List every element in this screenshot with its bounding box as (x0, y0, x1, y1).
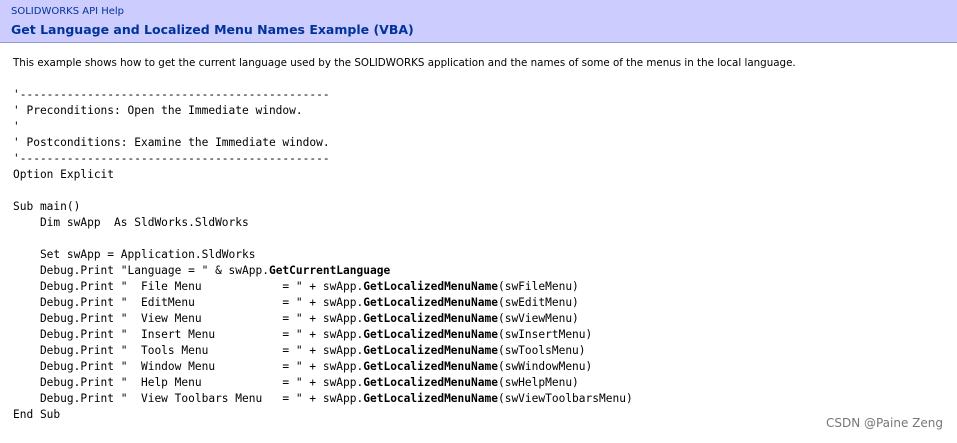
code-method-name: GetLocalizedMenuName (363, 344, 498, 357)
code-line: Debug.Print " View Toolbars Menu = " + s… (13, 391, 633, 407)
code-line: Option Explicit (13, 167, 633, 183)
code-text: '---------------------------------------… (13, 152, 330, 165)
code-text: Debug.Print "Language = " & swApp. (13, 264, 269, 277)
code-text: Option Explicit (13, 168, 115, 181)
code-line: End Sub (13, 407, 633, 423)
code-line: ' Postconditions: Examine the Immediate … (13, 135, 633, 151)
code-line: Debug.Print " Tools Menu = " + swApp.Get… (13, 343, 633, 359)
code-text: Sub main() (13, 200, 81, 213)
code-text: Debug.Print " View Toolbars Menu = " + s… (13, 392, 364, 405)
code-text: (swWindowMenu) (497, 360, 593, 373)
code-method-name: GetLocalizedMenuName (363, 312, 498, 325)
page-title: Get Language and Localized Menu Names Ex… (11, 22, 414, 37)
code-text: (swFileMenu) (497, 280, 579, 293)
code-text: Debug.Print " Help Menu = " + swApp. (13, 376, 364, 389)
code-line: Debug.Print "Language = " & swApp.GetCur… (13, 263, 633, 279)
code-block: '---------------------------------------… (13, 87, 633, 423)
code-line: Debug.Print " EditMenu = " + swApp.GetLo… (13, 295, 633, 311)
help-page: SOLIDWORKS API Help Get Language and Loc… (0, 0, 957, 443)
code-method-name: GetLocalizedMenuName (363, 280, 498, 293)
code-line: Debug.Print " File Menu = " + swApp.GetL… (13, 279, 633, 295)
code-text: Set swApp = Application.SldWorks (13, 248, 256, 261)
code-method-name: GetLocalizedMenuName (363, 392, 498, 405)
code-line: Debug.Print " View Menu = " + swApp.GetL… (13, 311, 633, 327)
code-line: Debug.Print " Insert Menu = " + swApp.Ge… (13, 327, 633, 343)
code-text: End Sub (13, 408, 61, 421)
code-text: '---------------------------------------… (13, 88, 330, 101)
code-line: ' Preconditions: Open the Immediate wind… (13, 103, 633, 119)
code-text: (swViewMenu) (497, 312, 579, 325)
code-text: Debug.Print " EditMenu = " + swApp. (13, 296, 364, 309)
code-method-name: GetLocalizedMenuName (363, 360, 498, 373)
page-header: SOLIDWORKS API Help Get Language and Loc… (0, 0, 957, 43)
code-line: Set swApp = Application.SldWorks (13, 247, 633, 263)
code-text: (swToolsMenu) (497, 344, 586, 357)
code-line: '---------------------------------------… (13, 151, 633, 167)
code-line: Sub main() (13, 199, 633, 215)
code-method-name: GetLocalizedMenuName (363, 376, 498, 389)
code-text: ' Preconditions: Open the Immediate wind… (13, 104, 303, 117)
code-method-name: GetCurrentLanguage (268, 264, 391, 277)
code-text: Debug.Print " Insert Menu = " + swApp. (13, 328, 364, 341)
code-text: ' Postconditions: Examine the Immediate … (13, 136, 330, 149)
code-line: Debug.Print " Window Menu = " + swApp.Ge… (13, 359, 633, 375)
code-text: (swViewToolbarsMenu) (497, 392, 633, 405)
code-line: Debug.Print " Help Menu = " + swApp.GetL… (13, 375, 633, 391)
code-text: Debug.Print " Window Menu = " + swApp. (13, 360, 364, 373)
code-line: ' (13, 119, 633, 135)
code-text: Debug.Print " View Menu = " + swApp. (13, 312, 364, 325)
code-text: ' (13, 120, 20, 133)
code-method-name: GetLocalizedMenuName (363, 296, 498, 309)
code-text: (swHelpMenu) (497, 376, 579, 389)
code-text: Debug.Print " Tools Menu = " + swApp. (13, 344, 364, 357)
code-method-name: GetLocalizedMenuName (363, 328, 498, 341)
example-description: This example shows how to get the curren… (13, 57, 796, 69)
code-line: '---------------------------------------… (13, 87, 633, 103)
watermark-text: CSDN @Paine Zeng (825, 416, 943, 430)
code-text: (swEditMenu) (497, 296, 579, 309)
code-text: Debug.Print " File Menu = " + swApp. (13, 280, 364, 293)
code-text: (swInsertMenu) (497, 328, 593, 341)
code-text: Dim swApp As SldWorks.SldWorks (13, 216, 249, 229)
code-line: Dim swApp As SldWorks.SldWorks (13, 215, 633, 231)
breadcrumb-link[interactable]: SOLIDWORKS API Help (11, 6, 124, 17)
